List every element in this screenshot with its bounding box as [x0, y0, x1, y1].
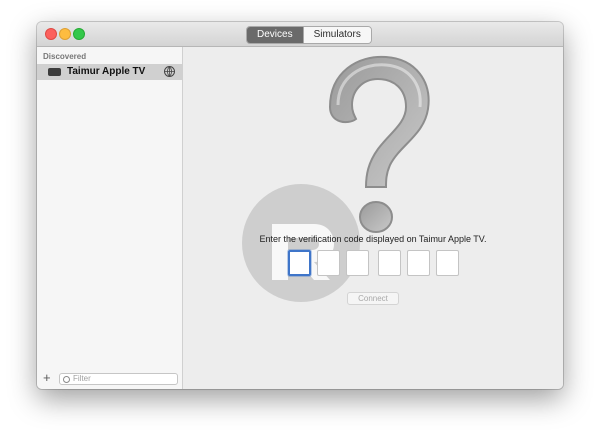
- connect-button[interactable]: Connect: [347, 292, 399, 305]
- tab-devices[interactable]: Devices: [247, 27, 303, 43]
- tab-simulators[interactable]: Simulators: [302, 27, 371, 43]
- main-pane: Enter the verification code displayed on…: [183, 47, 563, 389]
- sidebar-footer: + Filter: [37, 369, 182, 389]
- close-window-button[interactable]: [45, 28, 57, 40]
- code-digit-3[interactable]: [346, 250, 369, 276]
- verification-prompt: Enter the verification code displayed on…: [259, 234, 487, 244]
- zoom-window-button[interactable]: [73, 28, 85, 40]
- code-digit-4[interactable]: [378, 250, 401, 276]
- code-digit-1[interactable]: [288, 250, 311, 276]
- filter-input[interactable]: Filter: [59, 373, 178, 385]
- title-bar: Devices Simulators: [37, 22, 563, 47]
- sidebar-section-header: Discovered: [43, 52, 87, 61]
- apple-tv-icon: [48, 68, 61, 76]
- filter-icon: [63, 376, 70, 383]
- filter-placeholder: Filter: [73, 374, 91, 383]
- devices-window: Devices Simulators Discovered Taimur App…: [37, 22, 563, 389]
- code-digit-6[interactable]: [436, 250, 459, 276]
- minimize-window-button[interactable]: [59, 28, 71, 40]
- sidebar: Discovered Taimur Apple TV + Filter: [37, 47, 183, 389]
- code-digit-5[interactable]: [407, 250, 430, 276]
- add-device-button[interactable]: +: [43, 371, 51, 385]
- sidebar-item-device[interactable]: Taimur Apple TV: [37, 64, 182, 80]
- code-digit-2[interactable]: [317, 250, 340, 276]
- globe-icon: [164, 66, 175, 77]
- sidebar-item-label: Taimur Apple TV: [67, 66, 146, 77]
- segmented-control: Devices Simulators: [246, 26, 372, 44]
